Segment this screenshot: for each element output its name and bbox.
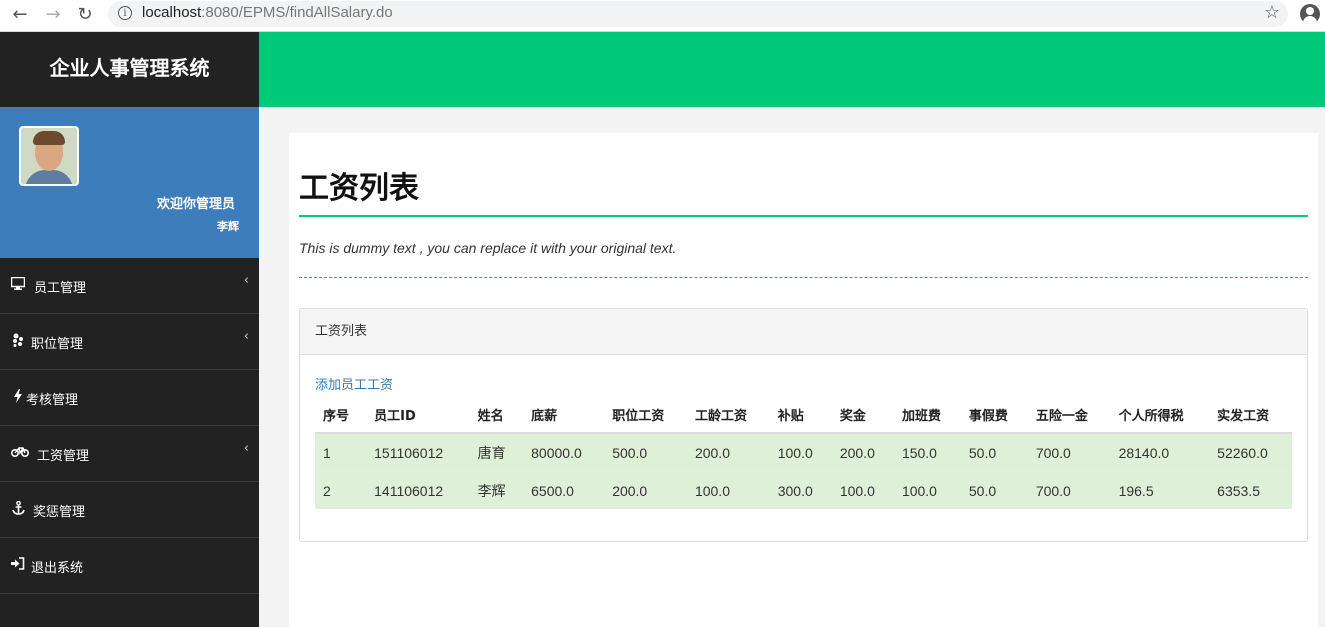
table-cell: 200.0: [604, 471, 687, 509]
table-cell: 100.0: [893, 471, 961, 509]
add-salary-link[interactable]: 添加员工工资: [315, 374, 393, 393]
bolt-icon: [10, 389, 26, 405]
url-host: localhost: [142, 4, 202, 21]
col-header: 实发工资: [1209, 397, 1292, 434]
welcome-text: 欢迎你管理员: [156, 197, 235, 212]
table-cell: 500.0: [604, 432, 687, 472]
sidebar: 企业人事管理系统 欢迎你管理员 李辉 员工管理 ‹ 职位管理 ‹ 考核管理 工资…: [0, 32, 259, 627]
app-brand[interactable]: 企业人事管理系统: [0, 32, 259, 107]
table-row[interactable]: 2 141106012 李辉 6500.0 200.0 100.0 300.0 …: [315, 471, 1292, 509]
col-header: 五险一金: [1027, 397, 1111, 434]
table-cell: 196.5: [1110, 471, 1210, 509]
table-cell: 141106012: [366, 471, 470, 509]
sign-in-icon: [10, 557, 26, 573]
forward-arrow-icon[interactable]: →: [41, 3, 65, 27]
table-row[interactable]: 1 151106012 唐育 80000.0 500.0 200.0 100.0…: [315, 432, 1292, 472]
monitor-icon: [10, 276, 26, 293]
sidebar-item-label: 工资管理: [37, 449, 90, 464]
sidebar-item-label: 员工管理: [34, 281, 87, 296]
avatar: [19, 126, 79, 186]
col-header: 工龄工资: [686, 397, 770, 434]
salary-table: 序号 员工ID 姓名 底薪 职位工资 工龄工资 补贴 奖金 加班费 事假费 五险…: [315, 397, 1292, 509]
sidebar-item-assessment[interactable]: 考核管理: [0, 370, 259, 426]
col-header: 奖金: [831, 397, 894, 434]
account-icon[interactable]: [1300, 4, 1320, 24]
chevron-left-icon: ‹: [243, 441, 249, 456]
url-path: :8080/EPMS/findAllSalary.do: [201, 4, 393, 21]
sidebar-item-label: 职位管理: [31, 337, 84, 352]
sidebar-item-label: 退出系统: [31, 561, 84, 576]
user-profile: 欢迎你管理员 李辉: [0, 107, 259, 258]
table-cell: 50.0: [960, 471, 1028, 509]
title-divider: [299, 215, 1308, 217]
anchor-icon: [10, 500, 26, 517]
info-icon[interactable]: i: [118, 6, 132, 20]
col-header: 补贴: [769, 397, 832, 434]
bicycle-icon: [10, 445, 30, 461]
col-header: 底薪: [523, 397, 605, 434]
col-header: 个人所得税: [1110, 397, 1210, 434]
table-cell: 100.0: [831, 471, 894, 509]
table-cell: 李辉: [469, 471, 524, 509]
back-arrow-icon[interactable]: ←: [8, 3, 32, 27]
sidebar-item-employee[interactable]: 员工管理 ‹: [0, 258, 259, 314]
sidebar-item-salary[interactable]: 工资管理 ‹: [0, 426, 259, 482]
sidebar-item-logout[interactable]: 退出系统: [0, 538, 259, 594]
table-cell: 6500.0: [523, 471, 605, 509]
table-cell: 100.0: [686, 471, 770, 509]
table-cell: 28140.0: [1110, 432, 1210, 472]
table-cell: 700.0: [1027, 471, 1111, 509]
sidebar-menu: 员工管理 ‹ 职位管理 ‹ 考核管理 工资管理 ‹ 奖惩管理 退出系统: [0, 258, 259, 594]
chevron-left-icon: ‹: [243, 273, 249, 288]
browser-toolbar: ← → ↻ i localhost:8080/EPMS/findAllSalar…: [0, 0, 1325, 32]
table-cell: 2: [315, 471, 367, 509]
reload-icon[interactable]: ↻: [73, 3, 97, 27]
table-cell: 300.0: [769, 471, 832, 509]
col-header: 员工ID: [366, 397, 470, 434]
table-cell: 150.0: [893, 432, 961, 472]
sidebar-item-rewards[interactable]: 奖惩管理: [0, 482, 259, 538]
table-cell: 151106012: [366, 432, 470, 472]
col-header: 加班费: [893, 397, 961, 434]
table-cell: 1: [315, 432, 367, 472]
panel-title: 工资列表: [300, 309, 1307, 355]
dashed-divider: [299, 277, 1308, 278]
user-name: 李辉: [217, 220, 239, 233]
main-content: 工资列表 This is dummy text , you can replac…: [289, 133, 1318, 627]
page-title: 工资列表: [299, 172, 419, 205]
table-cell: 50.0: [960, 432, 1028, 472]
sidebar-item-label: 考核管理: [26, 393, 79, 408]
table-cell: 100.0: [769, 432, 832, 472]
page-subtitle: This is dummy text , you can replace it …: [299, 240, 677, 256]
table-cell: 唐育: [469, 432, 524, 472]
yelp-icon: [10, 333, 26, 349]
col-header: 序号: [315, 397, 367, 434]
col-header: 姓名: [469, 397, 524, 434]
table-cell: 80000.0: [523, 432, 605, 472]
table-cell: 200.0: [686, 432, 770, 472]
url-text[interactable]: localhost:8080/EPMS/findAllSalary.do: [142, 4, 393, 21]
chevron-left-icon: ‹: [243, 329, 249, 344]
col-header: 事假费: [960, 397, 1028, 434]
table-cell: 52260.0: [1209, 432, 1292, 472]
sidebar-item-label: 奖惩管理: [33, 505, 86, 520]
sidebar-item-position[interactable]: 职位管理 ‹: [0, 314, 259, 370]
address-bar[interactable]: i localhost:8080/EPMS/findAllSalary.do ☆: [108, 1, 1288, 27]
bookmark-star-icon[interactable]: ☆: [1264, 2, 1280, 23]
table-cell: 6353.5: [1209, 471, 1292, 509]
table-header-row: 序号 员工ID 姓名 底薪 职位工资 工龄工资 补贴 奖金 加班费 事假费 五险…: [315, 397, 1292, 434]
table-cell: 200.0: [831, 432, 894, 472]
salary-panel: 工资列表 添加员工工资 序号 员工ID 姓名 底薪 职位工资 工龄工资 补贴 奖…: [299, 308, 1308, 542]
col-header: 职位工资: [604, 397, 687, 434]
table-cell: 700.0: [1027, 432, 1111, 472]
top-header-bar: [259, 32, 1325, 107]
